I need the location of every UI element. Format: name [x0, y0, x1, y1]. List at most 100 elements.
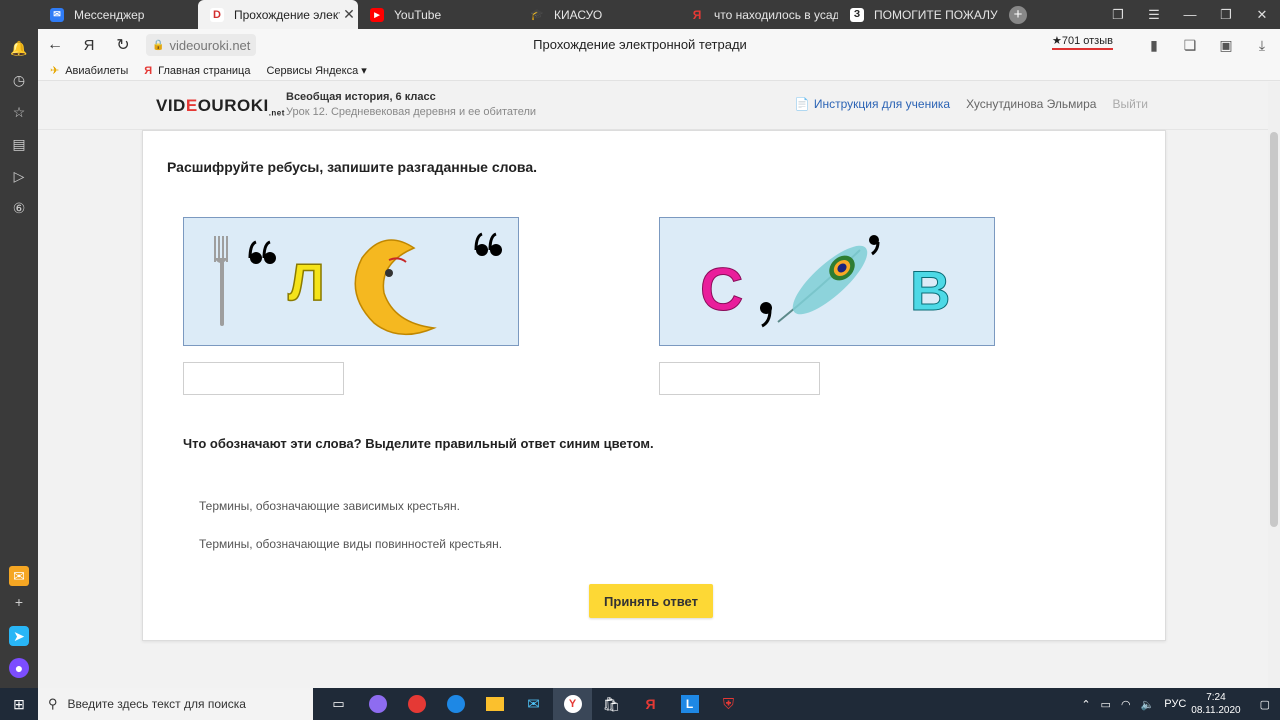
- bookmark-icon[interactable]: ▮: [1136, 29, 1172, 61]
- reload-icon[interactable]: ↻: [106, 29, 140, 61]
- tab-title: Прохождение электро: [234, 7, 340, 22]
- tab-title: что находилось в усадьбе: [714, 7, 838, 22]
- quote-marks-icon: [474, 232, 502, 256]
- tab-title: ПОМОГИТЕ ПОЖАЛУЙС: [874, 7, 998, 22]
- alice-icon[interactable]: ●: [9, 658, 29, 678]
- system-tray: ⌃ ▭ ◠ 🔈 РУС 7:24 08.11.2020 ▢: [1076, 688, 1280, 720]
- tab-title: YouTube: [394, 7, 442, 22]
- notification-center-icon[interactable]: ▢: [1260, 698, 1270, 711]
- site-logo[interactable]: VIDEOUROKI.net: [156, 96, 285, 117]
- file-explorer-icon[interactable]: [475, 688, 514, 720]
- wifi-icon[interactable]: ◠: [1121, 698, 1131, 711]
- collections-toolbar-icon[interactable]: ❏: [1172, 29, 1208, 61]
- task-card: Расшифруйте ребусы, запишите разгаданные…: [142, 130, 1166, 641]
- bookmark-flights[interactable]: ✈ Авиабилеты: [50, 64, 129, 78]
- edge-icon[interactable]: [436, 688, 475, 720]
- rebus-1-illustration: Л: [214, 232, 502, 336]
- page-scrollbar[interactable]: [1268, 82, 1280, 688]
- moon-icon: [354, 239, 437, 336]
- plane-icon: ✈: [50, 65, 60, 77]
- task-question-2: Что обозначают эти слова? Выделите прави…: [183, 436, 654, 451]
- yandex-taskbar-icon[interactable]: Я: [631, 688, 670, 720]
- tab-help-question[interactable]: З ПОМОГИТЕ ПОЖАЛУЙС: [838, 0, 998, 29]
- videouroki-favicon: D: [210, 7, 224, 22]
- header-links: 📄 Инструкция для ученика Хуснутдинова Эл…: [795, 97, 1148, 111]
- tab-search-question[interactable]: Я что находилось в усадьбе: [678, 0, 838, 29]
- tab-messenger[interactable]: ✉ Мессенджер: [38, 0, 198, 29]
- bookmark-label: Авиабилеты: [65, 64, 129, 77]
- back-icon[interactable]: ←: [38, 29, 72, 61]
- bookmark-services[interactable]: Сервисы Яндекса ▾: [266, 64, 366, 77]
- tabs-overview-icon[interactable]: ❐: [1100, 0, 1136, 29]
- messenger-sidebar-icon[interactable]: ➤: [9, 626, 29, 646]
- lesson-title: Урок 12. Средневековая деревня и ее обит…: [286, 106, 537, 118]
- rebus-letter: Л: [288, 254, 325, 312]
- collections-icon[interactable]: ▤: [9, 134, 29, 154]
- peacock-feather-icon: [777, 245, 868, 323]
- taskbar-search[interactable]: ⚲ Введите здесь текст для поиска: [38, 688, 313, 720]
- scrollbar-thumb[interactable]: [1270, 132, 1278, 527]
- restore-icon[interactable]: ❐: [1208, 0, 1244, 29]
- answer-option-1[interactable]: Термины, обозначающие зависимых крестьян…: [199, 499, 460, 513]
- bookmark-label: Главная страница: [158, 64, 251, 77]
- minimize-icon[interactable]: —: [1172, 0, 1208, 29]
- submit-answer-button[interactable]: Принять ответ: [589, 584, 713, 618]
- bookmark-label: Сервисы Яндекса ▾: [266, 65, 367, 77]
- favorites-icon[interactable]: ☆: [9, 102, 29, 122]
- new-tab-button[interactable]: +: [998, 0, 1038, 29]
- chevron-up-icon[interactable]: ⌃: [1081, 698, 1090, 711]
- language-indicator[interactable]: РУС: [1164, 698, 1186, 710]
- quote-marks-icon: [248, 240, 276, 264]
- store-icon[interactable]: 🛍: [592, 688, 631, 720]
- answer-1-input[interactable]: [183, 362, 344, 395]
- antivirus-icon[interactable]: ⛨: [709, 688, 748, 720]
- windows-start-icon[interactable]: ⊞: [0, 688, 38, 720]
- battery-icon[interactable]: ▭: [1101, 698, 1111, 711]
- opera-icon[interactable]: [397, 688, 436, 720]
- tab-current[interactable]: D Прохождение электро ✕: [198, 0, 358, 29]
- mail-taskbar-icon[interactable]: ✉: [514, 688, 553, 720]
- add-panel-icon[interactable]: +: [9, 592, 29, 612]
- close-window-icon[interactable]: ✕: [1244, 0, 1280, 29]
- bookmark-home[interactable]: Я Главная страница: [144, 65, 250, 77]
- clock-date: 08.11.2020: [1191, 705, 1241, 716]
- download-icon[interactable]: ⤓: [1244, 29, 1280, 61]
- logo-tld: .net: [268, 108, 285, 118]
- tab-title: Мессенджер: [74, 7, 145, 22]
- tab-kiasuo[interactable]: 🎓 КИАСУО: [518, 0, 678, 29]
- answer-2-input[interactable]: [659, 362, 820, 395]
- clock[interactable]: 7:24 08.11.2020: [1191, 691, 1240, 717]
- tab-title: КИАСУО: [554, 7, 603, 22]
- user-name[interactable]: Хуснутдинова Эльмира: [966, 97, 1096, 111]
- youtube-icon: ▶: [370, 7, 384, 22]
- notifications-icon[interactable]: 🔔: [9, 38, 29, 58]
- yandex-icon: Я: [692, 7, 702, 22]
- play-icon[interactable]: ▷: [9, 166, 29, 186]
- document-icon: 📄: [794, 97, 810, 111]
- menu-icon[interactable]: ☰: [1136, 0, 1172, 29]
- yandex-logo-icon[interactable]: Я: [72, 29, 106, 61]
- mail-icon[interactable]: ✉: [9, 566, 29, 586]
- messenger-icon: ✉: [50, 7, 64, 22]
- l-app-icon[interactable]: L: [670, 688, 709, 720]
- instruction-link[interactable]: 📄 Инструкция для ученика: [795, 97, 950, 111]
- extension-icon[interactable]: ▣: [1208, 29, 1244, 61]
- tab-youtube[interactable]: ▶ YouTube: [358, 0, 518, 29]
- alice-taskbar-icon[interactable]: [358, 688, 397, 720]
- rating-badge[interactable]: ★701 отзыв: [1052, 34, 1113, 50]
- url-field[interactable]: 🔒 videouroki.net: [146, 34, 257, 56]
- rebus-2-illustration: С В: [700, 235, 951, 328]
- tab-six-icon[interactable]: ⑥: [9, 198, 29, 218]
- close-tab-icon[interactable]: ✕: [340, 6, 358, 23]
- taskbar-search-placeholder: Введите здесь текст для поиска: [67, 697, 246, 711]
- logout-link[interactable]: Выйти: [1112, 97, 1148, 111]
- task-view-icon[interactable]: ▭: [319, 688, 358, 720]
- lock-icon: 🔒: [152, 39, 165, 51]
- rebus-letter: С: [700, 256, 743, 323]
- volume-icon[interactable]: 🔈: [1141, 698, 1155, 711]
- yandex-browser-icon[interactable]: Y: [553, 688, 592, 720]
- site-header: VIDEOUROKI.net Всеобщая история, 6 класс…: [38, 82, 1268, 130]
- window-controls: ❐ ☰ — ❐ ✕: [1100, 0, 1280, 29]
- history-icon[interactable]: ◷: [9, 70, 29, 90]
- answer-option-2[interactable]: Термины, обозначающие виды повинностей к…: [199, 537, 502, 551]
